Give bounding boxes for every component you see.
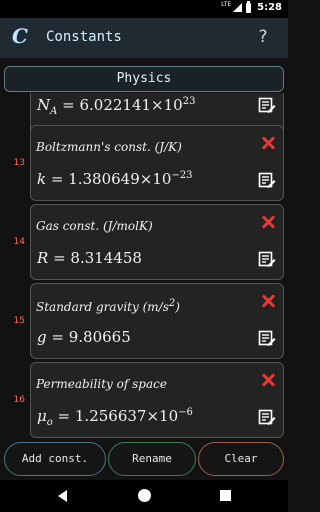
- constant-value: μo = 1.256637×10−6: [37, 407, 193, 428]
- signal-icon: [233, 3, 243, 12]
- lte-indicator: LTE: [221, 0, 232, 8]
- constant-value: g = 9.80665: [37, 328, 131, 346]
- app-logo: C: [12, 24, 28, 48]
- list-item: 13 Boltzmann's const. (J/K) k = 1.380649…: [0, 125, 288, 201]
- battery-icon: [246, 0, 252, 13]
- app-bar: C Constants ?: [0, 18, 288, 58]
- delete-icon[interactable]: [261, 294, 275, 308]
- constant-card[interactable]: Standard gravity (m/s2) g = 9.80665: [30, 283, 284, 359]
- constant-index: 15: [13, 316, 25, 326]
- constant-name: Boltzmann's const. (J/K): [36, 140, 182, 154]
- constant-value: NA = 6.022141×1023: [37, 96, 196, 117]
- recent-apps-icon[interactable]: [220, 490, 231, 501]
- constant-card[interactable]: Permeability of space μo = 1.256637×10−6: [30, 362, 284, 438]
- action-bar: Add const. Rename Clear: [0, 442, 288, 476]
- category-selector[interactable]: Physics: [4, 66, 284, 92]
- delete-icon[interactable]: [261, 215, 275, 229]
- constant-card[interactable]: Gas const. (J/molK) R = 8.314458: [30, 204, 284, 280]
- edit-icon[interactable]: [258, 171, 276, 189]
- help-button[interactable]: ?: [258, 27, 268, 47]
- constant-index: 16: [13, 395, 25, 405]
- constant-name: Permeability of space: [36, 377, 167, 391]
- clear-button[interactable]: Clear: [198, 442, 284, 476]
- back-icon[interactable]: [58, 490, 67, 502]
- edit-icon[interactable]: [258, 329, 276, 347]
- status-bar: LTE 5:28: [0, 0, 288, 18]
- constants-list[interactable]: NA = 6.022141×1023 13 Boltzmann's const.…: [0, 93, 288, 439]
- constant-value: k = 1.380649×10−23: [37, 170, 193, 188]
- constant-value: R = 8.314458: [37, 249, 142, 267]
- edit-icon[interactable]: [258, 250, 276, 268]
- constant-card[interactable]: Boltzmann's const. (J/K) k = 1.380649×10…: [30, 125, 284, 201]
- list-item: 15 Standard gravity (m/s2) g = 9.80665: [0, 283, 288, 359]
- delete-icon[interactable]: [261, 373, 275, 387]
- constant-name: Standard gravity (m/s2): [36, 298, 180, 314]
- page-title: Constants: [46, 29, 122, 45]
- navigation-bar: [0, 480, 288, 512]
- edit-icon[interactable]: [258, 96, 276, 114]
- list-item: 16 Permeability of space μo = 1.256637×1…: [0, 362, 288, 438]
- constant-name: Gas const. (J/molK): [36, 219, 153, 233]
- constant-index: 14: [13, 237, 25, 247]
- list-item: 14 Gas const. (J/molK) R = 8.314458: [0, 204, 288, 280]
- status-time: 5:28: [257, 2, 282, 13]
- delete-icon[interactable]: [261, 136, 275, 150]
- add-constant-button[interactable]: Add const.: [4, 442, 106, 476]
- edit-icon[interactable]: [258, 408, 276, 426]
- rename-button[interactable]: Rename: [108, 442, 196, 476]
- home-icon[interactable]: [138, 489, 151, 502]
- constant-index: 13: [13, 158, 25, 168]
